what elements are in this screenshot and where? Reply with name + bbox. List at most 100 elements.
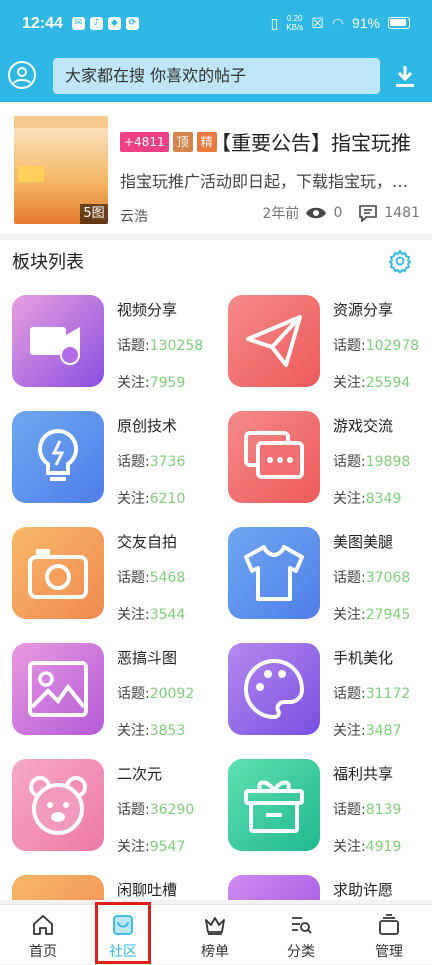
tab-manage[interactable]: 管理 — [346, 905, 432, 965]
section-title: 板块列表 — [12, 252, 84, 273]
board-card[interactable]: 求助许愿 — [216, 875, 432, 900]
tab-category[interactable]: 分类 — [258, 905, 344, 965]
shirt-icon — [228, 527, 320, 619]
board-topics: 话题:31172 — [333, 686, 411, 702]
board-card[interactable]: 恶搞斗图 话题:20092 关注:3853 — [0, 643, 216, 759]
board-name: 美图美腿 — [333, 533, 394, 551]
status-right: ▯ 0.20 KB/s ☒ ◠ 91% — [271, 14, 410, 32]
notification-icons: ✉ ♪ ◆ ⟳ — [72, 17, 139, 30]
post-meta: 2年前 0 1481 — [263, 203, 420, 223]
annotation-highlight-box — [95, 902, 151, 964]
comment-count: 1481 — [384, 205, 420, 221]
tiktok-icon: ♪ — [90, 17, 103, 30]
board-name: 手机美化 — [333, 649, 394, 667]
camera-icon — [12, 527, 104, 619]
search-input[interactable]: 大家都在搜 你喜欢的帖子 — [53, 58, 380, 94]
board-name: 闲聊吐槽 — [117, 881, 178, 899]
palette-icon — [228, 643, 320, 735]
board-topics: 话题:37068 — [333, 570, 411, 586]
battery-percent: 91% — [351, 15, 380, 31]
board-card[interactable]: 二次元 话题:36290 关注:9547 — [0, 759, 216, 875]
image-icon — [12, 643, 104, 735]
board-name: 资源分享 — [333, 301, 394, 319]
tab-ranking[interactable]: 榜单 — [172, 905, 258, 965]
board-name: 福利共享 — [333, 765, 394, 783]
board-topics: 话题:102978 — [333, 338, 420, 354]
board-card[interactable]: 原创技术 话题:3736 关注:6210 — [0, 411, 216, 527]
app-notification-icon: ◆ — [108, 17, 121, 30]
bottom-tab-bar: 首页 社区 榜单 分类 管理 — [0, 904, 432, 964]
board-name: 恶搞斗图 — [117, 649, 178, 667]
sim-off-icon: ☒ — [311, 14, 324, 31]
view-count: 0 — [333, 205, 343, 221]
board-card[interactable]: 闲聊吐槽 — [0, 875, 216, 900]
download-icon[interactable] — [394, 64, 416, 88]
search-header: 大家都在搜 你喜欢的帖子 — [0, 50, 432, 102]
image-count: 5图 — [80, 204, 108, 224]
top-tag: 顶 — [172, 132, 193, 152]
manage-icon — [379, 914, 399, 935]
board-card[interactable]: 福利共享 话题:8139 关注:4919 — [216, 759, 432, 875]
board-follow: 关注:27945 — [333, 607, 411, 623]
board-name: 求助许愿 — [333, 881, 394, 899]
tab-home[interactable]: 首页 — [0, 905, 86, 965]
gear-icon[interactable] — [388, 249, 412, 273]
board-topics: 话题:36290 — [117, 802, 195, 818]
post-time: 2年前 — [262, 206, 300, 222]
board-topics: 话题:19898 — [333, 454, 411, 470]
post-thumbnail[interactable]: 5图 — [14, 116, 108, 224]
board-list-section: 板块列表 视频分享 话题:130258 关注:7959 资源分享 话题:1029… — [0, 240, 432, 900]
board-name: 二次元 — [117, 765, 163, 783]
star-icon — [228, 875, 320, 900]
wifi-icon: ◠ — [331, 14, 344, 31]
net-speed: 0.20 KB/s — [286, 14, 304, 32]
board-topics: 话题:130258 — [117, 338, 204, 354]
paper-plane-icon — [228, 295, 320, 387]
post-summary: 指宝玩推广活动即日起，下载指宝玩，… — [120, 172, 409, 191]
board-follow: 关注:6210 — [117, 491, 186, 507]
board-card[interactable]: 交友自拍 话题:5468 关注:3544 — [0, 527, 216, 643]
board-name: 原创技术 — [117, 417, 178, 435]
user-avatar-button[interactable] — [8, 61, 36, 89]
thumbnail-logo — [18, 166, 44, 182]
board-card[interactable]: 美图美腿 话题:37068 关注:27945 — [216, 527, 432, 643]
home-icon — [33, 915, 53, 935]
post-author[interactable]: 云浩 — [120, 206, 148, 226]
board-card[interactable]: 资源分享 话题:102978 关注:25594 — [216, 295, 432, 411]
battery-icon — [388, 17, 410, 29]
sync-icon: ⟳ — [126, 17, 139, 30]
user-icon — [13, 67, 31, 84]
board-follow: 关注:9547 — [117, 839, 186, 855]
post-title[interactable]: 【重要公告】指宝玩推 — [211, 127, 421, 156]
board-follow: 关注:3487 — [333, 723, 402, 739]
video-icon — [12, 295, 104, 387]
category-search-icon — [292, 917, 312, 934]
board-follow: 关注:4919 — [333, 839, 402, 855]
chat-icon — [228, 411, 320, 503]
board-topics: 话题:5468 — [117, 570, 186, 586]
board-card[interactable]: 视频分享 话题:130258 关注:7959 — [0, 295, 216, 411]
board-card[interactable]: 手机美化 话题:31172 关注:3487 — [216, 643, 432, 759]
lightbulb-icon — [12, 411, 104, 503]
comment-icon — [359, 205, 378, 222]
board-follow: 关注:25594 — [333, 375, 411, 391]
vibrate-icon: ▯ — [270, 14, 279, 31]
crown-icon — [205, 917, 225, 935]
board-name: 游戏交流 — [333, 417, 394, 435]
gift-icon — [228, 759, 320, 851]
wave-icon — [12, 875, 104, 900]
board-topics: 话题:20092 — [117, 686, 195, 702]
pinned-post[interactable]: 5图 +4811 顶 精 【重要公告】指宝玩推 指宝玩推广活动即日起，下载指宝玩… — [0, 102, 432, 234]
board-name: 交友自拍 — [117, 533, 178, 551]
status-time: 12:44 — [22, 15, 63, 32]
board-name: 视频分享 — [117, 301, 178, 319]
status-bar: 12:44 ✉ ♪ ◆ ⟳ ▯ 0.20 KB/s ☒ ◠ 91% — [0, 0, 432, 50]
eye-icon — [306, 207, 327, 219]
board-topics: 话题:8139 — [333, 802, 402, 818]
mail-icon: ✉ — [72, 17, 85, 30]
board-follow: 关注:3544 — [117, 607, 186, 623]
board-card[interactable]: 游戏交流 话题:19898 关注:8349 — [216, 411, 432, 527]
board-follow: 关注:3853 — [117, 723, 186, 739]
bear-icon — [12, 759, 104, 851]
board-follow: 关注:8349 — [333, 491, 402, 507]
